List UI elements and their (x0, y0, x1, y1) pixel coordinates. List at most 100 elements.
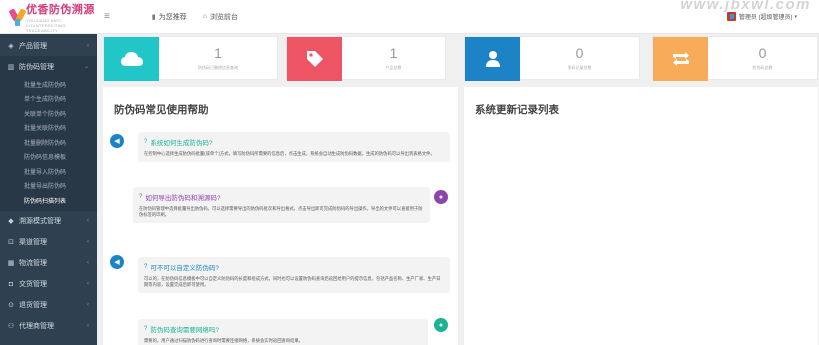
logo-subtitle: YOUXIANG ANTI-COUNTERFEITING TRACEABILIT… (25, 17, 66, 33)
stat-card-records: 0 发码记录总数 (464, 36, 640, 81)
stat-label: 产品总数 (385, 65, 402, 70)
stat-value: 0 (575, 45, 584, 61)
sub-item-batch-delete[interactable]: 批量删除防伪码 (0, 135, 97, 150)
chevron-down-icon: ⌄ (83, 64, 89, 70)
recommend-link-label: 为您推荐 (158, 13, 187, 21)
stat-value: 1 (389, 45, 398, 61)
changelog-panel: 系统更新记录列表 (464, 87, 818, 345)
bullhorn-icon: ◀ (110, 255, 124, 269)
chevron-left-icon: ‹ (87, 42, 89, 49)
question-circle-icon: ? (144, 326, 148, 332)
chevron-left-icon: ‹ (87, 323, 89, 329)
network-icon: ⊡ (8, 239, 14, 246)
sub-item-info-template[interactable]: 防伪码信息模板 (0, 150, 97, 165)
caret-down-icon: ▾ (794, 13, 797, 20)
table-icon: ▦ (7, 260, 15, 267)
user-menu[interactable]: 管理员 (超级管理员) ▾ (726, 12, 797, 21)
cloud-icon (104, 37, 159, 81)
sidebar-item-label: 物流管理 (19, 260, 47, 267)
info-bubble-icon: ● (434, 318, 448, 332)
help-question: 防伪码查询需要网络吗? (150, 327, 219, 334)
recommend-link[interactable]: ▮ 为您推荐 (152, 12, 187, 22)
sub-item-single-generate[interactable]: 单个生成防伪码 (0, 92, 97, 107)
help-message: ? 防伪码查询需要网络吗? 需要的，用户通过扫描防伪码进行查询时需要连接网络，系统… (138, 319, 428, 345)
sidebar-item-agents[interactable]: ⚇ 代理商管理 ‹ (0, 316, 97, 337)
sub-item-batch-import[interactable]: 批量导入防伪码 (0, 164, 97, 179)
help-answer: 在控制中心选择生成防伪码批量(或单个)方式，填写防伪码所需要的信息后，点击生成，… (144, 151, 435, 156)
help-message: ? 系统如何生成防伪码? 在控制中心选择生成防伪码批量(或单个)方式，填写防伪码所… (138, 132, 450, 162)
help-question: 系统如何生成防伪码? (150, 140, 213, 147)
stat-value: 1 (214, 45, 222, 61)
sidebar-item-channels[interactable]: ⊡ 渠道管理 ‹ (0, 232, 97, 253)
question-circle-icon: ? (144, 139, 148, 145)
sidebar-submenu: 批量生成防伪码 单个生成防伪码 关联单个防伪码 批量关联防伪码 批量删除防伪码 … (0, 77, 97, 211)
sidebar-item-returns[interactable]: ⊙ 退货管理 ‹ (0, 295, 97, 316)
help-answer: 在防伪码管理中选择批量导出防伪码，可以选择需要导出的防伪码批次和导出格式，点击导… (139, 206, 423, 217)
stat-label: 发码记录总数 (567, 65, 592, 70)
users-icon: ⚇ (7, 323, 15, 330)
tag-icon: ◆ (8, 218, 14, 225)
user-icon (465, 37, 520, 81)
sidebar-item-label: 防伪码管理 (19, 63, 54, 71)
sidebar-item-label: 产品管理 (19, 42, 47, 50)
browse-frontend-link[interactable]: ⌂ 浏览前台 (203, 12, 238, 22)
app-root: 优香防伪溯源 YOUXIANG ANTI-COUNTERFEITING TRAC… (0, 0, 819, 345)
sidebar-item-trace[interactable]: ◆ 溯源模式管理 ‹ (0, 211, 97, 232)
help-answer: 需要的，用户通过扫描防伪码进行查询时需要连接网络，系统会实时返回查询结果。 (144, 338, 303, 343)
chevron-left-icon: ‹ (87, 260, 89, 266)
logo[interactable]: 优香防伪溯源 YOUXIANG ANTI-COUNTERFEITING TRAC… (0, 0, 97, 34)
help-panel: 防伪码常见使用帮助 ◀ ? 系统如何生成防伪码? 在控制中心选择生成防伪码批量(或… (103, 87, 458, 345)
logo-title: 优香防伪溯源 (25, 3, 95, 16)
stat-card-products: 1 产品总数 (286, 36, 446, 81)
top-navbar: ≡ ▮ 为您推荐 ⌂ 浏览前台 www.jbxwl.com 管理员 (超级管理员… (97, 0, 819, 34)
stat-label: 防伪码总数 (752, 65, 773, 70)
stat-card-scans: 1 防伪码已删除信息查询 (103, 36, 278, 81)
browse-frontend-label: 浏览前台 (209, 13, 238, 21)
tag-icon (287, 37, 342, 81)
stat-card-codes: 0 防伪码总数 (652, 36, 818, 81)
sub-item-single-link[interactable]: 关联单个防伪码 (0, 106, 97, 121)
chevron-left-icon: ‹ (87, 218, 89, 224)
changelog-panel-title: 系统更新记录列表 (475, 104, 559, 116)
user-name: 管理员 (超级管理员) (738, 15, 793, 21)
retweet-icon (653, 37, 708, 81)
stat-value: 0 (758, 45, 767, 61)
chevron-left-icon: ‹ (87, 302, 89, 308)
cube-icon: ◈ (8, 42, 14, 50)
help-question: 可不可以自定义防伪码? (150, 265, 219, 272)
sidebar-item-label: 退货管理 (19, 302, 47, 309)
sidebar-item-delivery[interactable]: ◘ 交货管理 ‹ (0, 274, 97, 295)
sidebar-item-label: 交货管理 (19, 281, 47, 288)
sidebar-item-products[interactable]: ◈ 产品管理 ‹ (0, 35, 97, 56)
sub-item-batch-link[interactable]: 批量关联防伪码 (0, 121, 97, 136)
question-circle-icon: ? (144, 264, 148, 270)
sub-item-batch-generate[interactable]: 批量生成防伪码 (0, 77, 97, 92)
chevron-left-icon: ‹ (87, 239, 89, 245)
sidebar-item-label: 渠道管理 (19, 239, 47, 246)
avatar (726, 12, 736, 21)
help-panel-title: 防伪码常见使用帮助 (114, 104, 209, 116)
sub-item-batch-export[interactable]: 批量导出防伪码 (0, 179, 97, 194)
sidebar-item-label: 溯源模式管理 (19, 218, 61, 225)
home-icon: ⌂ (202, 13, 207, 20)
barcode-icon: ▥ (7, 63, 15, 71)
sidebar: 优香防伪溯源 YOUXIANG ANTI-COUNTERFEITING TRAC… (0, 0, 97, 345)
chart-icon: ▮ (151, 13, 156, 21)
help-question: 如何导出防伪码和溯源码? (145, 195, 221, 202)
sub-item-scan-list[interactable]: 防伪码扫描列表 (0, 193, 97, 208)
info-bubble-icon: ● (434, 190, 448, 204)
sidebar-item-codes[interactable]: ▥ 防伪码管理 ⌄ (0, 56, 97, 77)
question-circle-icon: ? (139, 194, 143, 200)
bullhorn-icon: ◀ (110, 134, 124, 148)
sidebar-item-logistics[interactable]: ▦ 物流管理 ‹ (0, 253, 97, 274)
return-icon: ⊙ (8, 302, 14, 309)
chevron-left-icon: ‹ (87, 281, 89, 287)
help-message: ? 如何导出防伪码和溯源码? 在防伪码管理中选择批量导出防伪码，可以选择需要导出的… (133, 187, 430, 223)
logo-mark-icon (8, 7, 27, 27)
sidebar-item-label: 代理商管理 (19, 323, 54, 330)
stat-label: 防伪码已删除信息查询 (198, 65, 238, 70)
sidebar-nav: ◈ 产品管理 ‹ ▥ 防伪码管理 ⌄ 批量生成防伪码 单个生成防伪码 关联单个防… (0, 35, 97, 337)
menu-icon[interactable]: ≡ (104, 11, 110, 22)
help-message: ? 可不可以自定义防伪码? 可以的，在防伪码信息模板中可以自定义防伪码的长度和组成… (138, 257, 450, 293)
truck-icon: ◘ (8, 280, 14, 288)
